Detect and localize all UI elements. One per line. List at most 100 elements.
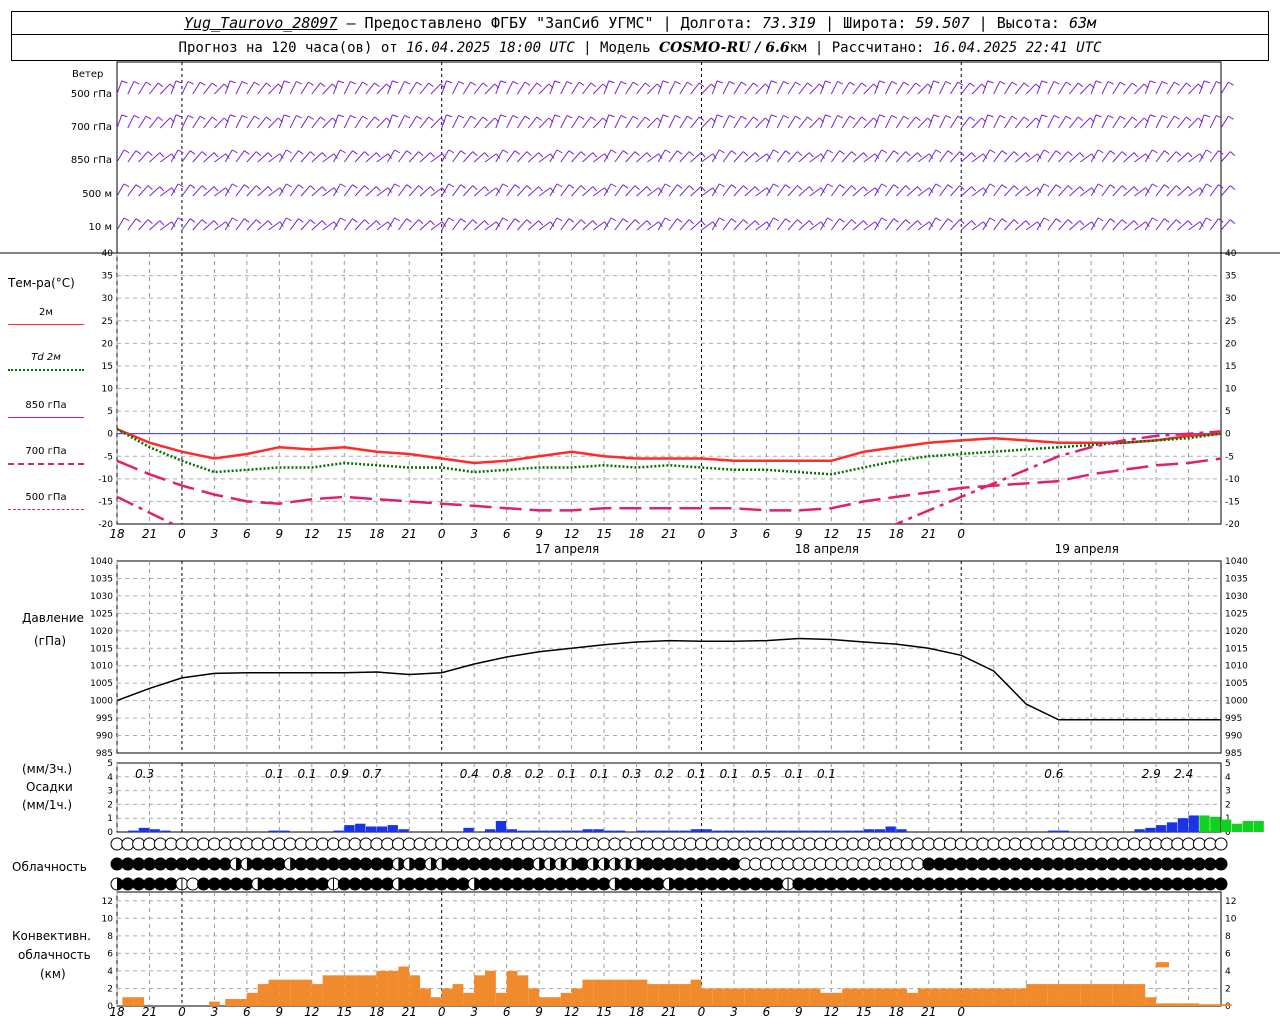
cloud-cover-circle bbox=[446, 857, 460, 871]
cloud-cover-circle bbox=[218, 877, 232, 891]
wind-barb bbox=[711, 183, 720, 197]
convective-bar bbox=[1156, 962, 1170, 968]
time-axis-label: 18 bbox=[889, 1005, 905, 1019]
cloud-cover-circle bbox=[272, 877, 286, 891]
cloud-cover-circle bbox=[868, 857, 882, 871]
wind-barb-flag bbox=[298, 184, 304, 189]
cloud-cover-circle bbox=[142, 877, 156, 891]
wind-barb-flag bbox=[1067, 185, 1073, 190]
precip-ytick-right: 4 bbox=[1225, 773, 1231, 783]
time-axis-label: 3 bbox=[470, 1005, 478, 1019]
cloud-cover-circle bbox=[359, 857, 373, 871]
cloud-cover-circle bbox=[835, 877, 849, 891]
temp-ytick-right: -5 bbox=[1225, 452, 1234, 462]
time-axis-label: 12 bbox=[304, 1005, 319, 1019]
time-axis-label: 9 bbox=[535, 527, 543, 541]
wind-barb-flag bbox=[797, 151, 803, 156]
wind-barb bbox=[1036, 80, 1043, 95]
convective-bar bbox=[1166, 1003, 1178, 1006]
wind-barb-flag bbox=[1095, 80, 1102, 84]
wind-barb bbox=[1090, 80, 1097, 95]
cloud-cover-circle bbox=[1138, 837, 1152, 851]
wind-barb-flag bbox=[177, 183, 184, 188]
wind-barb-flag bbox=[891, 80, 898, 85]
wind-barb-flag bbox=[795, 115, 801, 120]
wind-barb-flag bbox=[957, 81, 964, 86]
cloud-cover-circle bbox=[510, 857, 524, 871]
wind-barb-flag bbox=[754, 152, 760, 158]
cloud-cover-circle bbox=[1052, 857, 1066, 871]
wind-barb-flag bbox=[536, 116, 542, 122]
wind-barb-flag bbox=[1228, 81, 1234, 86]
wind-barb-flag bbox=[1043, 149, 1050, 154]
time-axis-label: 6 bbox=[503, 1005, 511, 1019]
wind-barb-flag bbox=[716, 114, 723, 118]
conv-ytick-left: 6 bbox=[107, 949, 113, 959]
wind-barb bbox=[679, 115, 688, 129]
precip-bar bbox=[160, 830, 171, 832]
wind-barb bbox=[874, 80, 880, 95]
wind-barb-flag bbox=[893, 150, 899, 155]
time-axis-label: 0 bbox=[178, 1005, 186, 1019]
cloud-cover-circle bbox=[716, 877, 730, 891]
cloud-cover-circle bbox=[207, 877, 221, 891]
wind-barb-flag bbox=[783, 114, 789, 119]
wind-barb-flag bbox=[254, 81, 260, 86]
wind-barb-flag bbox=[484, 220, 489, 226]
wind-barb bbox=[333, 149, 341, 163]
convective-bar bbox=[690, 979, 702, 1006]
cloud-cover-circle bbox=[521, 857, 535, 871]
convective-bar bbox=[322, 975, 334, 1006]
wind-barb-flag bbox=[1079, 152, 1085, 158]
cloud-cover-circle bbox=[413, 857, 427, 871]
wind-barb bbox=[170, 114, 177, 129]
wind-barb-flag bbox=[881, 149, 888, 154]
wind-barb-flag bbox=[340, 149, 346, 154]
wind-barb bbox=[1166, 115, 1175, 129]
wind-barb-flag bbox=[1043, 183, 1050, 188]
wind-barb bbox=[722, 115, 730, 129]
wind-barb bbox=[711, 80, 718, 95]
wind-barb-flag bbox=[472, 185, 478, 190]
convective-bar bbox=[809, 988, 821, 1006]
cloud-cover-circle bbox=[673, 857, 687, 871]
wind-barb-flag bbox=[340, 217, 346, 222]
precip-bar bbox=[344, 825, 355, 832]
wind-barb-flag bbox=[1023, 116, 1030, 122]
temp-ytick-left: 30 bbox=[102, 294, 114, 304]
convective-bar bbox=[1069, 984, 1081, 1006]
convective-bar bbox=[777, 988, 789, 1006]
wind-barb-flag bbox=[199, 81, 206, 86]
cloud-cover-circle bbox=[132, 857, 146, 871]
cloud-cover-circle bbox=[835, 837, 849, 851]
cloud-cover-circle bbox=[424, 837, 438, 851]
wind-barb bbox=[1090, 114, 1097, 129]
cloud-cover-circle bbox=[132, 877, 146, 891]
wind-barb-flag bbox=[674, 114, 681, 119]
wind-barb bbox=[549, 183, 558, 197]
precip-bar bbox=[896, 829, 907, 832]
convective-bar bbox=[1058, 984, 1070, 1006]
wind-barb-flag bbox=[839, 218, 845, 223]
wind-barb-flag bbox=[352, 184, 358, 189]
wind-barb bbox=[982, 183, 991, 197]
wind-barb bbox=[1144, 217, 1153, 231]
cloud-cover-circle bbox=[446, 877, 460, 891]
wind-barb bbox=[603, 217, 612, 231]
precip-3h-label: 0.8 bbox=[492, 767, 511, 781]
precip-bar bbox=[571, 830, 582, 832]
wind-barb-flag bbox=[500, 114, 507, 118]
precip-3h-label: 0.1 bbox=[265, 767, 284, 781]
cloud-cover-circle bbox=[413, 877, 427, 891]
wind-barb bbox=[343, 81, 351, 95]
wind-barb-flag bbox=[338, 114, 345, 118]
cloud-cover-circle bbox=[402, 877, 416, 891]
wind-barb-flag bbox=[157, 82, 164, 88]
wind-barb-flag bbox=[797, 219, 803, 224]
convective-bar bbox=[225, 998, 237, 1006]
wind-barb bbox=[1047, 81, 1055, 95]
pressure-ytick-right: 1000 bbox=[1225, 697, 1248, 707]
convective-bar bbox=[907, 992, 918, 1006]
cloud-cover-circle bbox=[153, 857, 167, 871]
wind-barb bbox=[495, 149, 504, 163]
